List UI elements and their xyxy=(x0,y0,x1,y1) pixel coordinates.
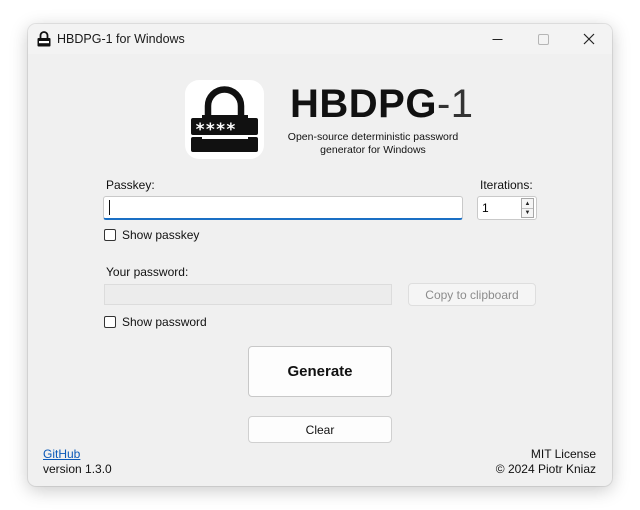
logo-mask-text: ****_ xyxy=(195,120,247,140)
maximize-button[interactable] xyxy=(520,24,566,54)
chevron-down-icon: ▼ xyxy=(524,209,531,216)
github-link[interactable]: GitHub xyxy=(43,447,80,461)
your-password-label: Your password: xyxy=(106,265,189,279)
window-title: HBDPG-1 for Windows xyxy=(57,32,185,46)
app-name-suffix: -1 xyxy=(436,82,474,126)
iterations-spin-buttons: ▲ ▼ xyxy=(521,198,534,218)
iterations-label: Iterations: xyxy=(480,178,533,192)
minimize-button[interactable] xyxy=(474,24,520,54)
passkey-label: Passkey: xyxy=(106,178,155,192)
password-output xyxy=(104,284,392,305)
show-passkey-label[interactable]: Show passkey xyxy=(122,228,199,242)
app-logo: ****_ xyxy=(185,80,264,159)
padlock-icon: ****_ xyxy=(191,86,258,152)
maximize-icon xyxy=(537,33,549,45)
show-password-checkbox[interactable] xyxy=(104,316,116,328)
iterations-value[interactable]: 1 xyxy=(482,201,489,215)
license-text: MIT License xyxy=(530,447,596,461)
text-caret xyxy=(109,200,110,215)
show-passkey-checkbox[interactable] xyxy=(104,229,116,241)
minimize-icon xyxy=(492,38,502,40)
title-bar[interactable]: HBDPG-1 for Windows xyxy=(28,24,612,54)
app-subtitle: Open-source deterministic password gener… xyxy=(287,131,459,156)
version-text: version 1.3.0 xyxy=(43,462,112,476)
show-password-label[interactable]: Show password xyxy=(122,315,207,329)
decrement-button[interactable]: ▼ xyxy=(522,208,533,217)
app-title: HBDPG-1 xyxy=(290,80,474,128)
app-name: HBDPG xyxy=(290,82,437,126)
close-button[interactable] xyxy=(566,24,612,54)
chevron-up-icon: ▲ xyxy=(524,200,531,207)
app-window: HBDPG-1 for Windows ****_ HBDPG-1 Open-s… xyxy=(28,24,612,486)
clear-button[interactable]: Clear xyxy=(248,416,392,443)
passkey-input[interactable] xyxy=(103,196,463,220)
generate-button[interactable]: Generate xyxy=(248,346,392,397)
copy-to-clipboard-button[interactable]: Copy to clipboard xyxy=(408,283,536,306)
close-icon xyxy=(583,33,595,45)
copyright-text: © 2024 Piotr Kniaz xyxy=(495,462,596,476)
padlock-icon xyxy=(37,31,51,47)
